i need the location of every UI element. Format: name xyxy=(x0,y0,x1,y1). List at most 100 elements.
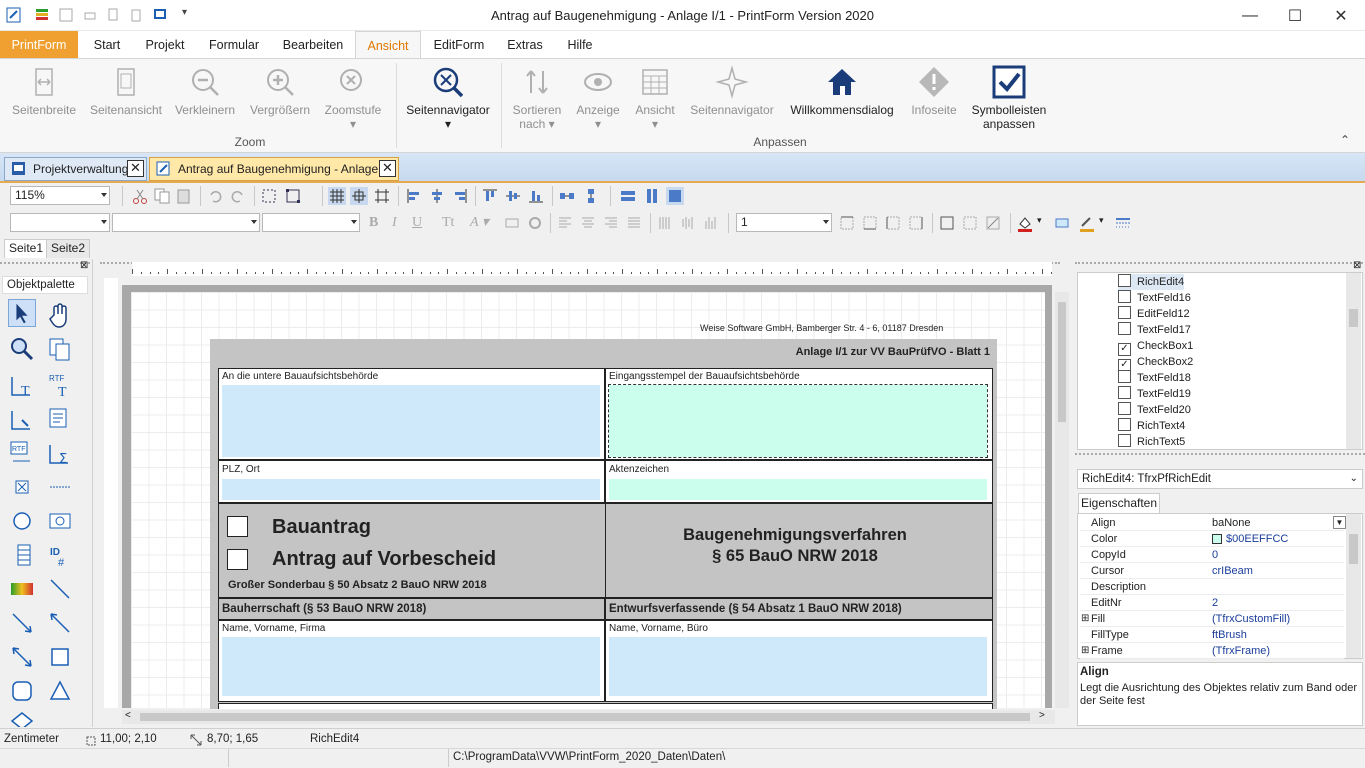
text-center-icon[interactable] xyxy=(579,214,597,232)
line-color-icon[interactable] xyxy=(1078,214,1096,232)
list-object-icon[interactable] xyxy=(8,541,36,569)
space-vertical-icon[interactable] xyxy=(582,187,600,205)
checkbox-vorbescheid[interactable] xyxy=(227,549,248,570)
undo-icon[interactable] xyxy=(206,187,224,205)
text-color-icon[interactable]: A ▾ xyxy=(470,214,489,231)
group-select-icon[interactable] xyxy=(284,187,302,205)
close-icon[interactable]: ⊠ xyxy=(1353,260,1361,271)
frame-left-icon[interactable] xyxy=(884,214,902,232)
horizontal-scrollbar[interactable]: < > xyxy=(122,710,1055,724)
vergroessern-button[interactable]: Vergrößern xyxy=(246,63,314,135)
expand-icon[interactable]: ⊞ xyxy=(1081,611,1089,627)
tree-item[interactable]: RichText4 xyxy=(1118,418,1185,434)
input-behoerde[interactable] xyxy=(222,385,600,457)
align-grid-icon[interactable] xyxy=(373,187,391,205)
tree-item[interactable]: EditFeld12 xyxy=(1118,306,1190,322)
close-icon[interactable]: ⊠ xyxy=(80,260,88,271)
company-text[interactable]: Weise Software GmbH, Bamberger Str. 4 - … xyxy=(700,323,943,333)
arrow-diagonal-icon[interactable] xyxy=(8,609,36,637)
line-color-dropdown-icon[interactable]: ▾ xyxy=(1099,215,1104,226)
input-name-bauherr[interactable] xyxy=(222,637,600,696)
object-selector[interactable]: RichEdit4: TfrxPfRichEdit ⌄ xyxy=(1077,469,1363,489)
menu-editform[interactable]: EditForm xyxy=(428,31,490,58)
font-combo[interactable] xyxy=(112,213,260,232)
image-object-icon[interactable] xyxy=(46,507,74,535)
property-row[interactable]: EditNr 2 xyxy=(1080,595,1344,611)
rounded-rect-icon[interactable] xyxy=(8,677,36,705)
fontsize-combo[interactable] xyxy=(262,213,360,232)
willkommensdialog-button[interactable]: Willkommensdialog xyxy=(786,63,898,135)
text-left-icon[interactable] xyxy=(556,214,574,232)
input-stempel-selected[interactable] xyxy=(608,384,988,458)
checkbox-object-icon[interactable] xyxy=(8,473,36,501)
menu-hilfe[interactable]: Hilfe xyxy=(560,31,600,58)
text-justify-icon[interactable] xyxy=(625,214,643,232)
align-center-icon[interactable] xyxy=(428,187,446,205)
property-row[interactable]: Align baNone ▼ xyxy=(1080,515,1346,531)
tab-eigenschaften[interactable]: Eigenschaften xyxy=(1078,493,1160,513)
tab-seite1[interactable]: Seite1 xyxy=(4,239,49,258)
cut-icon[interactable] xyxy=(131,187,149,205)
copy-object-icon[interactable] xyxy=(46,335,74,363)
rotate-icon[interactable] xyxy=(526,214,544,232)
zoom-combo[interactable]: 115% xyxy=(10,186,110,205)
close-button[interactable]: ✕ xyxy=(1318,0,1364,31)
valign-top-icon[interactable] xyxy=(656,214,674,232)
property-row[interactable]: CopyId 0 xyxy=(1080,547,1344,563)
sum-field-icon[interactable]: Σ xyxy=(46,439,74,467)
menu-extras[interactable]: Extras xyxy=(500,31,550,58)
memo-field-icon[interactable] xyxy=(46,405,74,433)
line-horizontal-icon[interactable] xyxy=(46,473,74,501)
tab-seite2[interactable]: Seite2 xyxy=(46,239,91,258)
property-row[interactable]: Cursor crIBeam xyxy=(1080,563,1344,579)
bold-icon[interactable]: B xyxy=(369,215,378,231)
tree-item[interactable]: TextFeld18 xyxy=(1118,370,1191,386)
frame-none-icon[interactable] xyxy=(961,214,979,232)
tab-projektverwaltung[interactable]: Projektverwaltung ✕ xyxy=(4,157,147,181)
frame-right-icon[interactable] xyxy=(907,214,925,232)
frame-all-icon[interactable] xyxy=(938,214,956,232)
anzeige-button[interactable]: Anzeige ▾ xyxy=(572,63,624,135)
align-left-icon[interactable] xyxy=(405,187,423,205)
input-name-entwurf[interactable] xyxy=(609,637,987,696)
menu-printform[interactable]: PrintForm xyxy=(0,31,78,58)
text-right-icon[interactable] xyxy=(602,214,620,232)
expand-icon[interactable]: ⊞ xyxy=(1081,643,1089,659)
edit-field-icon[interactable] xyxy=(8,405,36,433)
ansicht-button[interactable]: Ansicht ▾ xyxy=(628,63,682,135)
align-right-icon[interactable] xyxy=(451,187,469,205)
infoseite-button[interactable]: Infoseite xyxy=(904,63,964,135)
property-row[interactable]: ⊞ Frame (TfrxFrame) xyxy=(1080,643,1344,659)
input-plz[interactable] xyxy=(222,479,600,500)
menu-bearbeiten[interactable]: Bearbeiten xyxy=(276,31,350,58)
select-area-icon[interactable] xyxy=(260,187,278,205)
space-horizontal-icon[interactable] xyxy=(558,187,576,205)
tree-item[interactable]: TextFeld16 xyxy=(1118,290,1191,306)
menu-ansicht[interactable]: Ansicht xyxy=(355,31,421,58)
align-middle-icon[interactable] xyxy=(504,187,522,205)
frame-style-icon[interactable] xyxy=(984,214,1002,232)
style-combo[interactable] xyxy=(10,213,110,232)
seitenbreite-button[interactable]: Seitenbreite xyxy=(8,63,80,135)
menu-projekt[interactable]: Projekt xyxy=(138,31,192,58)
tree-scrollbar[interactable] xyxy=(1346,273,1361,449)
symbolleisten-anpassen-button[interactable]: Symbolleisten anpassen xyxy=(968,63,1050,135)
double-arrow-icon[interactable] xyxy=(8,643,36,671)
line-diagonal-icon[interactable] xyxy=(46,575,74,603)
same-width-icon[interactable] xyxy=(619,187,637,205)
close-tab-icon[interactable]: ✕ xyxy=(127,160,144,177)
dropdown-icon[interactable]: ▼ xyxy=(1333,516,1346,529)
paste-icon[interactable] xyxy=(175,187,193,205)
property-row[interactable]: Color $00EEFFCC xyxy=(1080,531,1344,547)
valign-bottom-icon[interactable] xyxy=(702,214,720,232)
zoom-icon[interactable] xyxy=(8,335,36,363)
tree-item[interactable]: TextFeld20 xyxy=(1118,402,1191,418)
highlight-icon[interactable] xyxy=(503,214,521,232)
fill-icon[interactable] xyxy=(1053,214,1071,232)
frame-width-combo[interactable]: 1 xyxy=(736,213,832,232)
checkbox-bauantrag[interactable] xyxy=(227,516,248,537)
rtf-text-icon[interactable]: RTF T xyxy=(46,371,74,399)
align-top-icon[interactable] xyxy=(481,187,499,205)
tree-item[interactable]: RichEdit4 xyxy=(1118,274,1185,290)
tree-item[interactable]: ✓ CheckBox2 xyxy=(1118,354,1193,372)
